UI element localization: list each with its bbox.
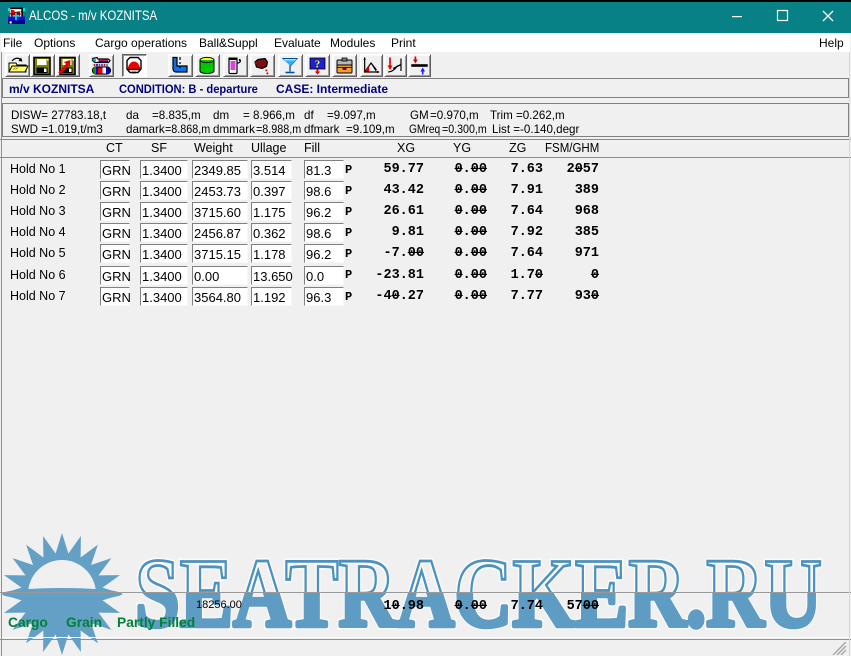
svg-text:?: ?	[315, 59, 320, 70]
